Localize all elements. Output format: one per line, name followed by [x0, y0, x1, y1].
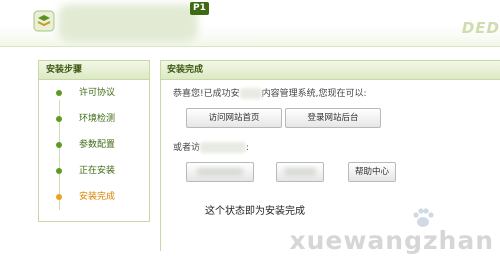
congrats-suffix: 内容管理系统,您现在可以:: [261, 89, 367, 99]
redacted-text: [200, 142, 247, 153]
header-bar: P1 DED: [0, 0, 500, 47]
install-steps-title: 安装步骤: [39, 61, 149, 80]
status-note: 这个状态即为安装完成: [205, 206, 305, 217]
step-done-dot-icon: [56, 90, 62, 96]
redacted-link-button[interactable]: [186, 162, 254, 182]
alternative-message: 或者访:: [173, 140, 249, 153]
step-label: 正在安装: [79, 166, 116, 176]
alt-prefix: 或者访: [173, 143, 201, 153]
step-config: 参数配置: [39, 132, 149, 158]
step-done-dot-icon: [56, 116, 62, 122]
logo-text-redacted: [58, 4, 198, 42]
login-admin-button[interactable]: 登录网站后台: [285, 108, 381, 128]
step-label: 参数配置: [79, 140, 116, 150]
step-complete: 安装完成: [39, 184, 149, 210]
congrats-prefix: 恭喜您!已成功安: [173, 89, 240, 99]
redacted-link-button[interactable]: [276, 162, 324, 182]
step-done-dot-icon: [56, 168, 62, 174]
redacted-text: [239, 88, 262, 99]
help-center-button[interactable]: 帮助中心: [348, 162, 396, 182]
install-steps-panel: 安装步骤 许可协议 环境检测 参数配置 正在安装 安装完成: [38, 60, 150, 222]
step-done-dot-icon: [56, 142, 62, 148]
visit-home-button[interactable]: 访问网站首页: [186, 108, 282, 128]
step-active-dot-icon: [56, 194, 62, 200]
brand-mark: DED: [461, 19, 500, 37]
step-installing: 正在安装: [39, 158, 149, 184]
logo-icon: [33, 10, 55, 32]
watermark-text: xuewangzhan: [289, 226, 494, 255]
page-title: 安装完成: [161, 61, 500, 80]
step-label: 安装完成: [79, 192, 116, 202]
install-steps-list: 许可协议 环境检测 参数配置 正在安装 安装完成: [39, 80, 149, 210]
install-complete-panel: 安装完成 恭喜您!已成功安 内容管理系统,您现在可以: 访问网站首页 登录网站后台…: [160, 60, 500, 251]
alt-suffix: :: [246, 143, 250, 153]
step-license: 许可协议: [39, 80, 149, 106]
version-badge: P1: [190, 2, 209, 15]
step-env-check: 环境检测: [39, 106, 149, 132]
step-label: 环境检测: [79, 114, 116, 124]
congrats-message: 恭喜您!已成功安 内容管理系统,您现在可以:: [173, 86, 367, 99]
step-label: 许可协议: [79, 88, 116, 98]
